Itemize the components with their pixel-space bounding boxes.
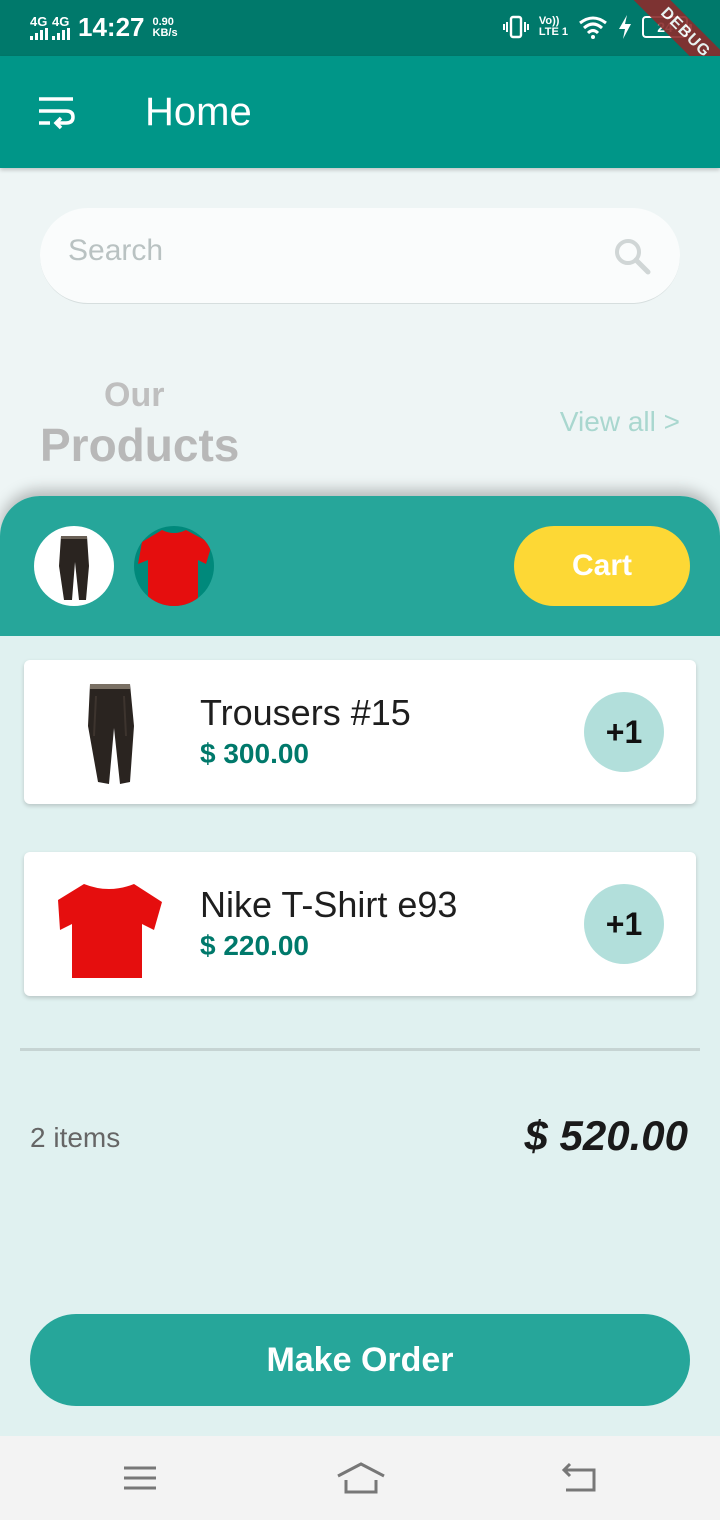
item-name: Nike T-Shirt e93 xyxy=(200,884,458,925)
item-price: $ 300.00 xyxy=(200,738,309,769)
network-speed: 0.90 KB/s xyxy=(152,15,178,39)
speed-value: 0.90 xyxy=(152,15,174,28)
back-icon[interactable] xyxy=(558,1458,602,1498)
sort-menu-icon[interactable] xyxy=(36,94,76,130)
cart-panel: Cart Trousers #15 $ 300.00 +1 Nike T-Shi… xyxy=(0,496,720,1520)
cart-item[interactable]: Nike T-Shirt e93 $ 220.00 +1 xyxy=(24,852,696,996)
cart-header: Cart xyxy=(0,496,720,636)
search-input[interactable] xyxy=(68,226,588,276)
trousers-image xyxy=(59,536,89,600)
item-count: 2 items xyxy=(30,1122,121,1153)
cart-item[interactable]: Trousers #15 $ 300.00 +1 xyxy=(24,660,696,804)
tshirt-image xyxy=(138,530,212,606)
item-price: $ 220.00 xyxy=(200,930,309,961)
search-icon[interactable] xyxy=(612,236,652,276)
signal-icon: 4G xyxy=(30,13,48,40)
divider xyxy=(20,1048,700,1051)
tshirt-thumbnail[interactable] xyxy=(134,526,214,606)
add-one-button[interactable]: +1 xyxy=(584,692,664,772)
cart-button[interactable]: Cart xyxy=(514,526,690,606)
vibrate-icon xyxy=(502,15,529,39)
add-one-button[interactable]: +1 xyxy=(584,884,664,964)
status-bar: 4G 4G 14:27 0.90 KB/s Vo)) LTE 1 DEBUG xyxy=(0,0,720,96)
trousers-thumbnail[interactable] xyxy=(34,526,114,606)
clock: 14:27 xyxy=(78,12,145,42)
section-title: Products xyxy=(40,419,240,471)
speed-unit: KB/s xyxy=(152,26,178,39)
section-subtitle: Our xyxy=(104,376,165,414)
network-type: 4G xyxy=(52,13,70,29)
item-name: Trousers #15 xyxy=(200,692,411,733)
network-type: 4G xyxy=(30,13,48,29)
charging-icon xyxy=(619,15,631,39)
page-title: Home xyxy=(145,90,252,134)
home-icon[interactable] xyxy=(336,1458,386,1498)
lte-label: LTE 1 xyxy=(538,26,568,38)
app-bar: Home xyxy=(0,56,720,168)
search-bar xyxy=(40,208,680,304)
tshirt-image xyxy=(58,884,162,978)
trousers-image xyxy=(88,684,134,784)
signal-icon: 4G xyxy=(52,13,70,40)
menu-icon[interactable] xyxy=(118,1458,162,1498)
cart-total: $ 520.00 xyxy=(524,1112,689,1159)
make-order-button[interactable]: Make Order xyxy=(30,1314,690,1406)
wifi-icon xyxy=(579,16,607,39)
system-nav-bar xyxy=(0,1436,720,1520)
view-all-link[interactable]: View all > xyxy=(560,406,680,438)
volte-indicator: Vo)) LTE 1 xyxy=(539,16,568,38)
